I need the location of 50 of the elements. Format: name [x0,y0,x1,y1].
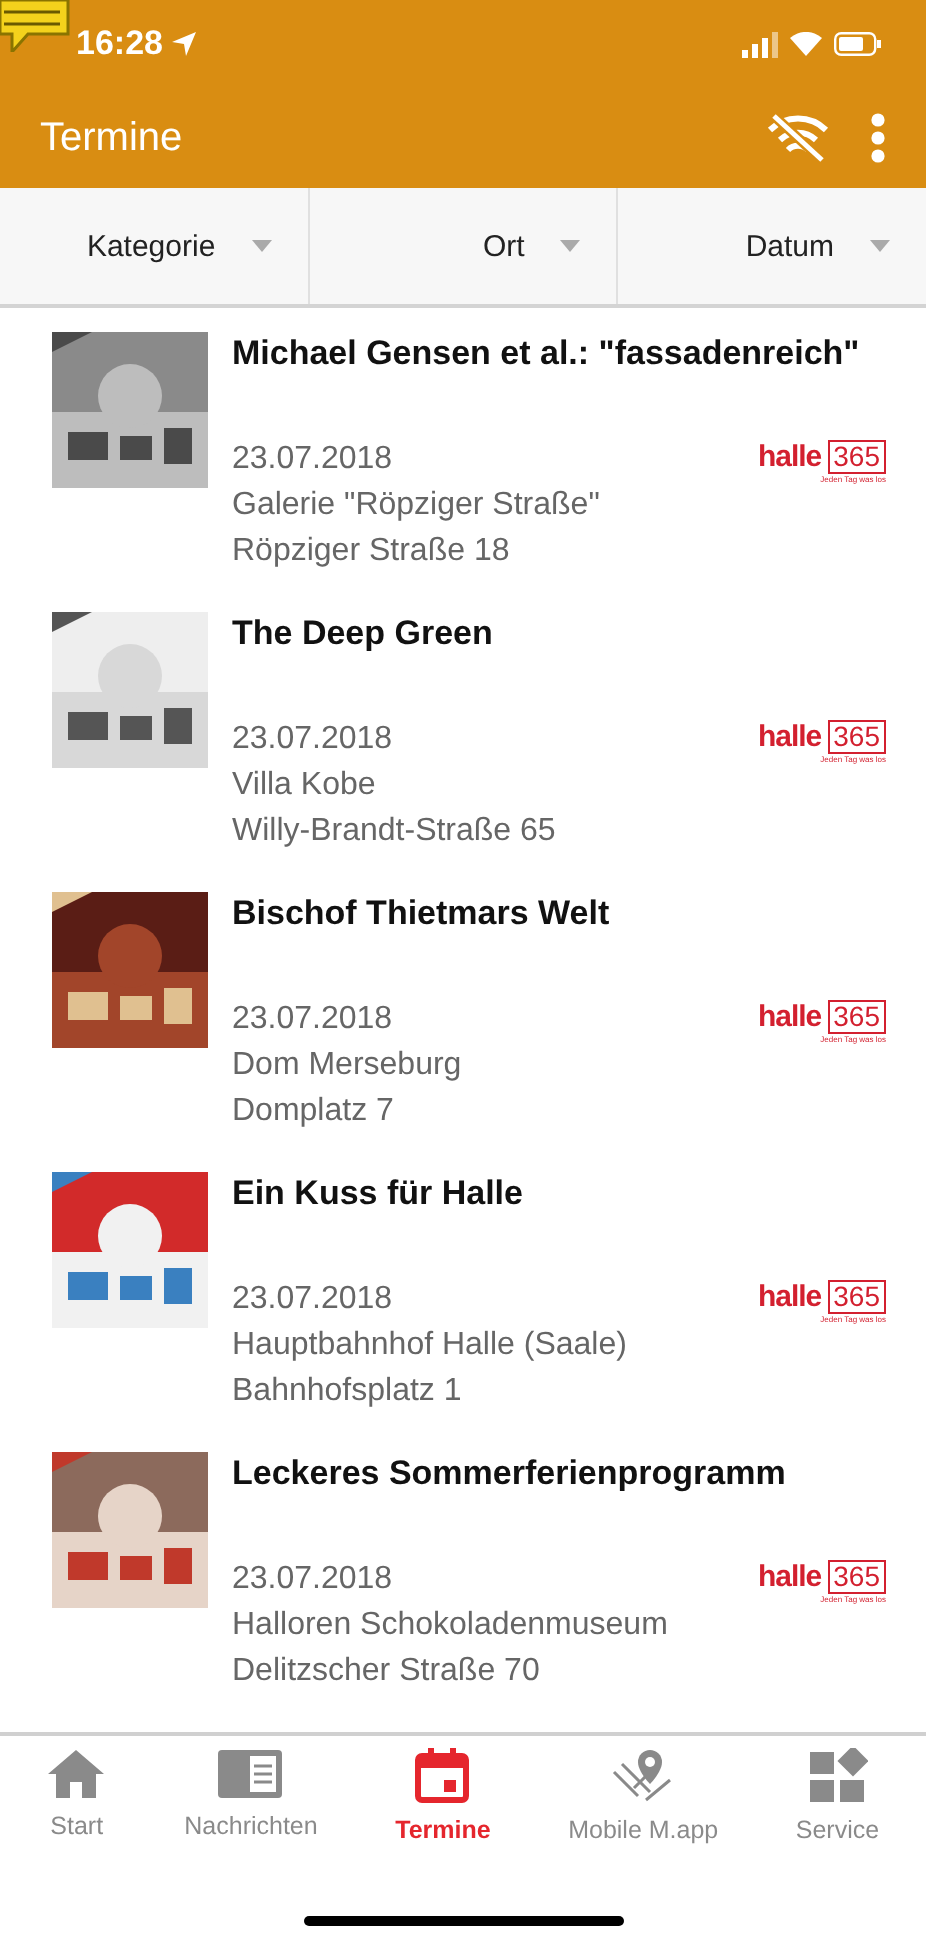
filter-dropdown[interactable]: Kategorie [0,188,310,304]
event-date: 23.07.2018 [232,1560,395,1600]
logo-word: halle [757,440,822,474]
event-date: 23.07.2018 [232,1000,395,1040]
event-address: Bahnhofsplatz 1 [232,1372,464,1412]
logo-number: 365 [827,1000,886,1034]
logo-word: halle [757,1280,822,1314]
newspaper-icon [216,1748,285,1800]
event-date: 23.07.2018 [232,1280,395,1320]
event-title[interactable]: Michael Gensen et al.: "fassadenreich" [232,332,886,436]
event-title[interactable]: Leckeres Sommerferienprogramm [232,1452,886,1556]
event-venue: Galerie "Röpziger Straße" [232,486,602,526]
event-title[interactable]: The Deep Green [232,612,886,716]
event-date: 23.07.2018 [232,720,395,760]
logo-word: halle [757,720,822,754]
home-icon [46,1748,107,1800]
caret-icon [251,240,272,252]
logo-word: halle [757,1560,822,1594]
event-venue: Dom Merseburg [232,1046,464,1086]
calendar-icon [414,1748,471,1804]
event-address: Willy-Brandt-Straße 65 [232,812,558,852]
wifi-off-icon[interactable] [766,112,830,164]
logo-number: 365 [827,1280,886,1314]
event-address: Röpziger Straße 18 [232,532,512,572]
signal-icon [742,31,778,57]
more-icon[interactable] [870,112,886,164]
event-title[interactable]: Ein Kuss für Halle [232,1172,886,1276]
logo-word: halle [757,1000,822,1034]
app-title: Termine [40,115,185,161]
event-address: Domplatz 7 [232,1092,396,1132]
caret-icon [870,240,891,252]
event-address: Delitzscher Straße 70 [232,1652,542,1692]
event-venue: Hauptbahnhof Halle (Saale) [232,1326,629,1366]
logo-number: 365 [827,1560,886,1594]
filter-dropdown[interactable]: Ort [309,188,619,304]
wifi-icon [790,32,822,56]
nav-tab[interactable]: Termine [395,1748,491,1892]
caret-icon [560,240,581,252]
event-venue: Villa Kobe [232,766,378,806]
event-title[interactable]: Bischof Thietmars Welt [232,892,886,996]
grid-icon [807,1748,868,1804]
note-icon [0,0,72,52]
battery-icon [834,32,882,56]
logo-number: 365 [827,440,886,474]
status-time: 16:28 [76,24,163,64]
logo-number: 365 [827,720,886,754]
filter-dropdown[interactable]: Datum [618,188,926,304]
event-date: 23.07.2018 [232,440,395,480]
location-arrow-icon [172,32,197,56]
event-venue: Halloren Schokoladenmuseum [232,1606,670,1646]
